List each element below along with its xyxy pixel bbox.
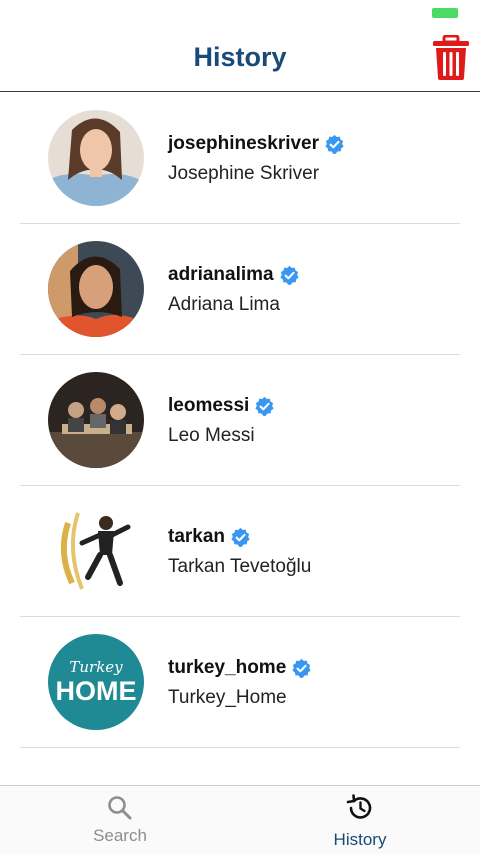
- full-name: Turkey_Home: [168, 687, 287, 708]
- avatar-logo-text-top: Turkey: [69, 658, 123, 676]
- history-row[interactable]: tarkan Tarkan Tevetoğlu: [20, 486, 460, 617]
- verified-badge-icon: [292, 658, 311, 678]
- verified-badge-icon: [325, 134, 344, 154]
- full-name: Adriana Lima: [168, 294, 280, 315]
- history-row[interactable]: Turkey HOME turkey_home Turkey_Home: [20, 617, 460, 748]
- page-title: History: [193, 42, 287, 72]
- avatar: [48, 372, 144, 468]
- username: adrianalima: [168, 264, 274, 285]
- avatar: Turkey HOME: [48, 634, 144, 730]
- full-name: Josephine Skriver: [168, 163, 320, 184]
- verified-badge-icon: [280, 265, 299, 285]
- history-icon: [346, 794, 372, 819]
- username-line: josephineskriver: [168, 133, 345, 155]
- battery-icon: [432, 8, 458, 18]
- avatar: [48, 503, 144, 599]
- tab-bar: Search History: [0, 785, 480, 854]
- username: tarkan: [168, 526, 226, 547]
- tab-label: Search: [93, 826, 147, 845]
- history-row[interactable]: leomessi Leo Messi: [20, 355, 460, 486]
- verified-badge-icon: [255, 396, 274, 416]
- avatar-logo-text-main: HOME: [56, 676, 137, 706]
- history-row[interactable]: adrianalima Adriana Lima: [20, 224, 460, 355]
- search-icon: [108, 796, 132, 820]
- username: turkey_home: [168, 657, 287, 678]
- username-line: turkey_home: [168, 657, 312, 679]
- header: History: [0, 24, 480, 92]
- username-line: adrianalima: [168, 264, 300, 286]
- tab-search[interactable]: Search: [0, 786, 240, 854]
- tab-history[interactable]: History: [240, 786, 480, 854]
- username: josephineskriver: [168, 133, 320, 154]
- avatar: [48, 110, 144, 206]
- full-name: Leo Messi: [168, 425, 255, 446]
- username-line: leomessi: [168, 395, 275, 417]
- history-list: josephineskriver Josephine Skriver adria…: [0, 93, 480, 748]
- history-row[interactable]: josephineskriver Josephine Skriver: [20, 93, 460, 224]
- verified-badge-icon: [231, 527, 250, 547]
- username-line: tarkan: [168, 526, 251, 548]
- full-name: Tarkan Tevetoğlu: [168, 556, 312, 577]
- trash-icon[interactable]: [432, 35, 470, 81]
- username: leomessi: [168, 395, 250, 416]
- avatar: [48, 241, 144, 337]
- status-bar: [0, 0, 480, 24]
- tab-label: History: [333, 830, 387, 849]
